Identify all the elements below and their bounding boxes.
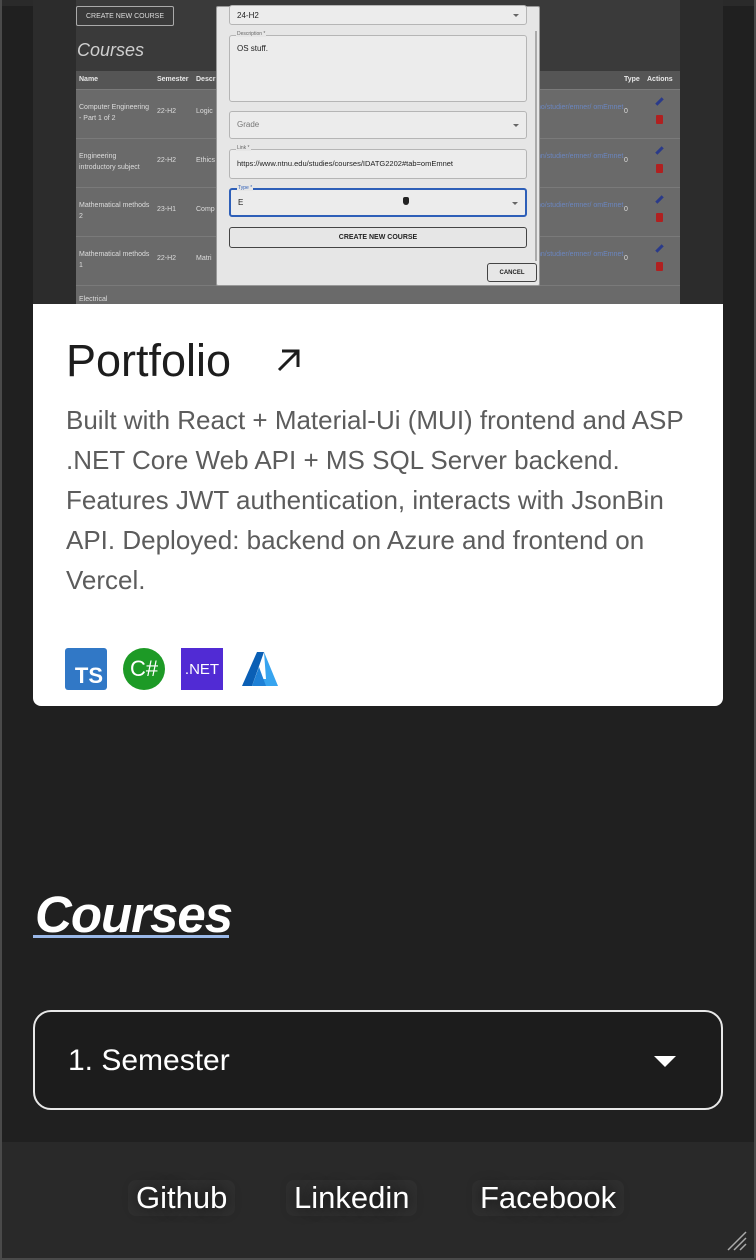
table-row: Electrical (76, 285, 680, 304)
row-actions (655, 96, 665, 124)
row-description: Matri (196, 255, 212, 262)
type-field: Type * E (229, 185, 527, 217)
project-title[interactable]: Portfolio (66, 335, 231, 387)
type-label: Type * (237, 185, 254, 191)
dotnet-label: .NET (184, 660, 220, 678)
th-semester: Semester (157, 76, 189, 83)
screenshot-create-course-dialog: 24-H2 Description * OS stuff. Grade Link… (216, 5, 540, 286)
chevron-down-icon (513, 124, 519, 127)
hand-cursor-icon (403, 197, 409, 205)
edit-icon (655, 244, 664, 253)
th-actions: Actions (647, 76, 673, 83)
row-semester: 23-H1 (157, 206, 177, 213)
facebook-link[interactable]: Facebook (472, 1180, 624, 1216)
typescript-icon: TS (65, 648, 107, 690)
type-value: E (238, 198, 244, 207)
th-name: Name (79, 76, 99, 83)
row-type: 0 (624, 206, 628, 213)
edit-icon (655, 146, 664, 155)
csharp-icon: C# (123, 648, 165, 690)
description-label: Description * (236, 31, 267, 37)
semester-select[interactable]: 1. Semester (33, 1010, 723, 1110)
semester-field: 24-H2 (229, 5, 527, 25)
row-name: Electrical (79, 296, 108, 303)
description-field: Description * OS stuff. (229, 31, 527, 102)
row-link: no/studier/emner/ omEmnet (537, 202, 624, 209)
row-actions (655, 243, 665, 271)
row-actions (655, 145, 665, 173)
project-card[interactable]: CREATE NEW COURSE Courses Name Semester … (33, 0, 723, 706)
th-description: Descr (196, 76, 216, 83)
dialog-scrollbar (535, 31, 537, 261)
link-label: Link * (236, 145, 251, 151)
heading-underline (33, 932, 229, 938)
row-actions (655, 194, 665, 222)
screenshot-courses-heading: Courses (77, 40, 145, 60)
azure-logo (242, 652, 278, 686)
description-value: OS stuff. (237, 44, 268, 53)
project-screenshot: CREATE NEW COURSE Courses Name Semester … (33, 0, 723, 304)
github-link[interactable]: Github (128, 1180, 235, 1216)
link-value: https://www.ntnu.edu/studies/courses/IDA… (237, 159, 454, 168)
semester-select-value: 1. Semester (68, 1044, 230, 1077)
row-type: 0 (624, 157, 628, 164)
row-type: 0 (624, 108, 628, 115)
edit-icon (655, 97, 664, 106)
delete-icon (656, 115, 663, 124)
row-link: nn/studier/emner/ omEmnet (537, 251, 624, 258)
row-semester: 22-H2 (157, 108, 177, 115)
row-description: Logic (196, 108, 213, 115)
delete-icon (656, 213, 663, 222)
row-type: 0 (624, 255, 628, 262)
row-name: Engineering introductory subject (79, 153, 140, 171)
row-link: nn/studier/emner/ omEmnet (537, 153, 624, 160)
row-name: Mathematical methods 2 (79, 202, 150, 220)
row-semester: 22-H2 (157, 255, 177, 262)
typescript-label: TS (74, 663, 103, 688)
edit-icon (655, 195, 664, 204)
row-link: no/studier/emner/ omEmnet (537, 104, 624, 111)
azure-icon (239, 648, 281, 690)
delete-icon (656, 262, 663, 271)
dotnet-icon: .NET (181, 648, 223, 690)
link-field: Link * https://www.ntnu.edu/studies/cour… (229, 145, 527, 179)
row-name: Mathematical methods 1 (79, 251, 150, 269)
arrow-up-right-icon[interactable] (273, 344, 305, 376)
delete-icon (656, 164, 663, 173)
th-type: Type (624, 76, 640, 83)
row-name: Computer Engineering - Part 1 of 2 (79, 104, 150, 122)
project-description: Built with React + Material-Ui (MUI) fro… (66, 405, 684, 595)
linkedin-link[interactable]: Linkedin (286, 1180, 417, 1216)
dialog-cancel-button: CANCEL (487, 263, 537, 282)
footer: Github Linkedin Facebook (2, 1142, 754, 1258)
dialog-create-course-button: CREATE NEW COURSE (229, 227, 527, 248)
chevron-down-icon (512, 201, 518, 205)
chevron-down-icon[interactable] (654, 1056, 676, 1067)
semester-value: 24-H2 (237, 11, 259, 20)
csharp-label: C# (129, 656, 159, 681)
grade-field: Grade (229, 111, 527, 139)
screenshot-create-course-button: CREATE NEW COURSE (76, 6, 174, 26)
grade-placeholder: Grade (237, 120, 260, 129)
resize-handle-icon[interactable] (726, 1230, 748, 1252)
chevron-down-icon (513, 14, 519, 17)
row-semester: 22-H2 (157, 157, 177, 164)
